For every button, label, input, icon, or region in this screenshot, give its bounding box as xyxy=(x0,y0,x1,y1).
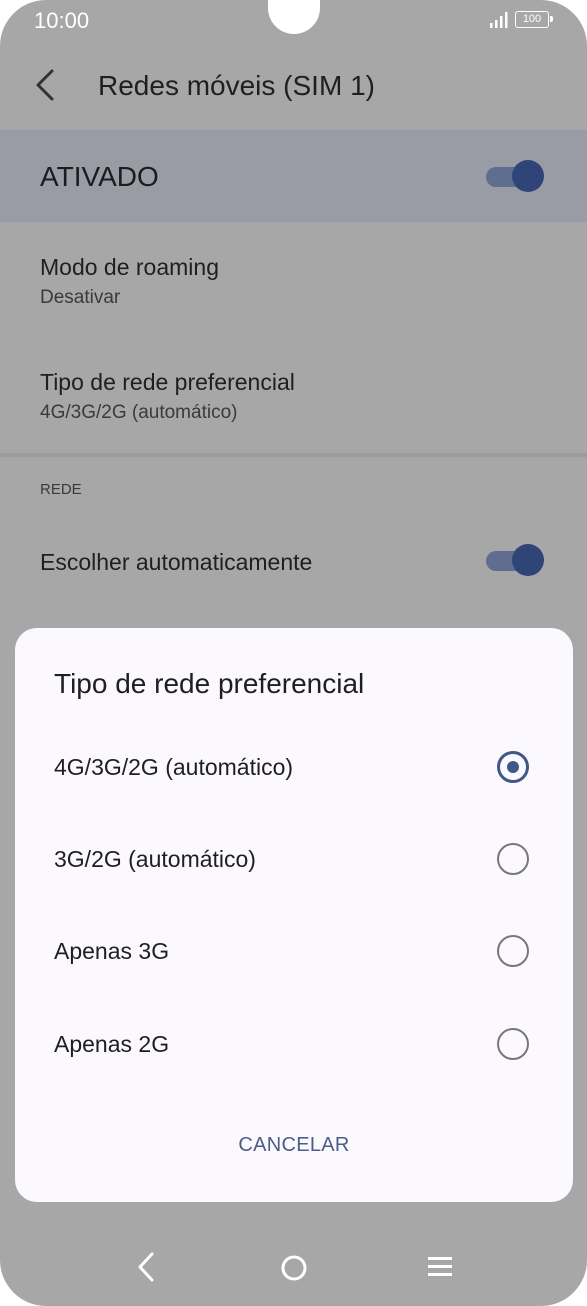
radio-button[interactable] xyxy=(497,843,529,875)
navigation-bar xyxy=(0,1228,587,1306)
auto-select-label: Escolher automaticamente xyxy=(40,549,313,575)
dialog-option-2g-only[interactable]: Apenas 2G xyxy=(15,1003,573,1087)
radio-button[interactable] xyxy=(497,935,529,967)
auto-select-toggle[interactable] xyxy=(486,544,546,578)
nav-menu-icon[interactable] xyxy=(426,1254,454,1285)
back-arrow-icon[interactable] xyxy=(30,65,60,105)
toggle-thumb xyxy=(512,160,544,192)
setting-network-type-value: 4G/3G/2G (automático) xyxy=(40,402,238,423)
master-switch-row[interactable]: ATIVADO xyxy=(0,130,587,222)
nav-back-icon[interactable] xyxy=(134,1250,160,1289)
radio-button[interactable] xyxy=(497,1028,529,1060)
signal-icon xyxy=(489,12,509,28)
setting-network-type-title: Tipo de rede preferencial xyxy=(40,369,295,395)
status-time: 10:00 xyxy=(34,8,90,33)
radio-button-selected[interactable] xyxy=(497,751,529,783)
option-label: 3G/2G (automático) xyxy=(54,846,256,872)
nav-home-icon[interactable] xyxy=(280,1254,308,1287)
setting-roaming-title: Modo de roaming xyxy=(40,254,219,280)
option-label: Apenas 3G xyxy=(54,938,170,964)
dialog-title: Tipo de rede preferencial xyxy=(54,668,365,699)
dialog-option-3g-2g[interactable]: 3G/2G (automático) xyxy=(15,818,573,902)
app-bar: Redes móveis (SIM 1) xyxy=(0,40,587,130)
option-label: Apenas 2G xyxy=(54,1031,170,1057)
radio-dot xyxy=(507,761,519,773)
setting-roaming-value: Desativar xyxy=(40,287,121,308)
option-label: 4G/3G/2G (automático) xyxy=(54,754,294,780)
page-title: Redes móveis (SIM 1) xyxy=(98,70,375,101)
dialog-option-4g-3g-2g[interactable]: 4G/3G/2G (automático) xyxy=(15,726,573,810)
network-type-dialog: Tipo de rede preferencial 4G/3G/2G (auto… xyxy=(15,628,573,1202)
phone-screen: 10:00 100 Redes móveis (SIM 1) ATIVADO M… xyxy=(0,0,587,1306)
dialog-option-3g-only[interactable]: Apenas 3G xyxy=(15,910,573,994)
status-bar: 10:00 100 xyxy=(0,0,587,40)
master-switch-label: ATIVADO xyxy=(40,161,159,192)
toggle-thumb xyxy=(512,544,544,576)
section-header-network: REDE xyxy=(40,481,82,498)
battery-icon: 100 xyxy=(515,11,553,28)
cancel-button[interactable]: CANCELAR xyxy=(215,1134,373,1168)
master-toggle[interactable] xyxy=(486,160,546,194)
section-divider xyxy=(0,453,587,457)
